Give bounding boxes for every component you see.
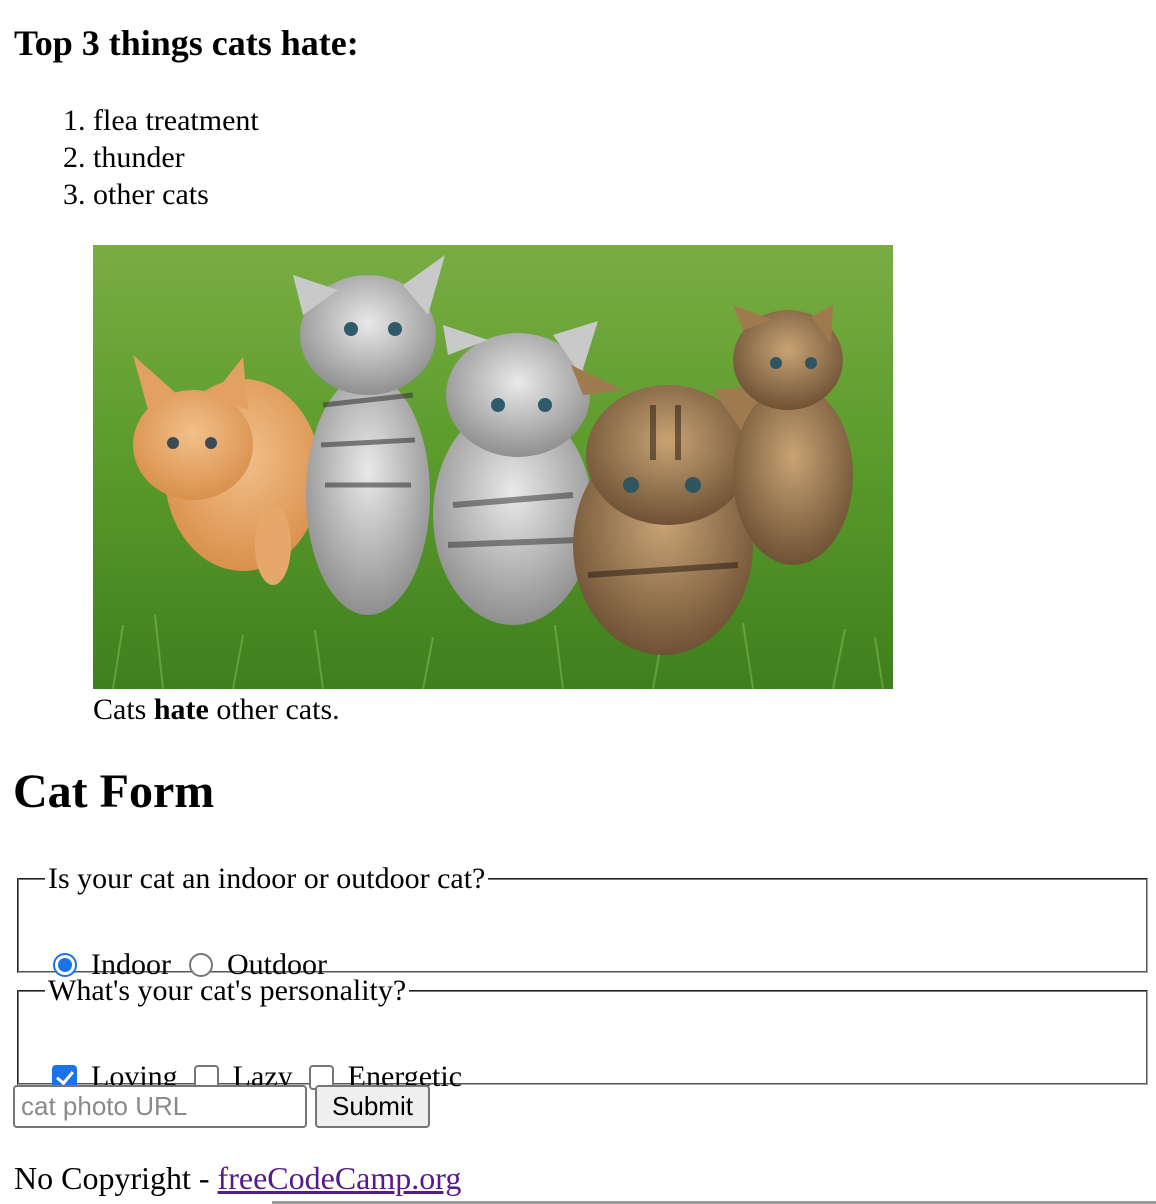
personality-fieldset: What's your cat's personality? Loving La… [17, 974, 1148, 1093]
submit-button[interactable]: Submit [315, 1085, 430, 1128]
form-heading: Cat Form [13, 765, 215, 818]
footer-text: No Copyright - [14, 1160, 218, 1196]
caption-bold-text: hate [153, 693, 209, 726]
page: Top 3 things cats hate: flea treatment t… [0, 0, 1156, 1204]
list-item: flea treatment [93, 102, 259, 139]
cats-figure: Cats hate other cats. [93, 245, 893, 729]
freecodecamp-link[interactable]: freeCodeCamp.org [218, 1160, 462, 1196]
top-heading: Top 3 things cats hate: [14, 23, 359, 63]
cat-photo-url-input[interactable] [13, 1085, 307, 1128]
personality-legend: What's your cat's personality? [48, 974, 407, 1007]
caption-text-start: Cats [93, 693, 154, 726]
kittens-illustration [93, 245, 893, 689]
hate-list: flea treatment thunder other cats [0, 102, 259, 213]
kittens-photo [93, 245, 893, 689]
list-item: thunder [93, 139, 259, 176]
list-item: other cats [93, 176, 259, 213]
caption-text-end: other cats. [208, 693, 340, 726]
footer: No Copyright - freeCodeCamp.org [14, 1158, 461, 1198]
tabby-kitten [733, 305, 853, 565]
figure-caption: Cats hate other cats. [93, 691, 893, 729]
indoor-outdoor-legend: Is your cat an indoor or outdoor cat? [48, 862, 486, 895]
indoor-outdoor-fieldset: Is your cat an indoor or outdoor cat? In… [17, 862, 1148, 981]
